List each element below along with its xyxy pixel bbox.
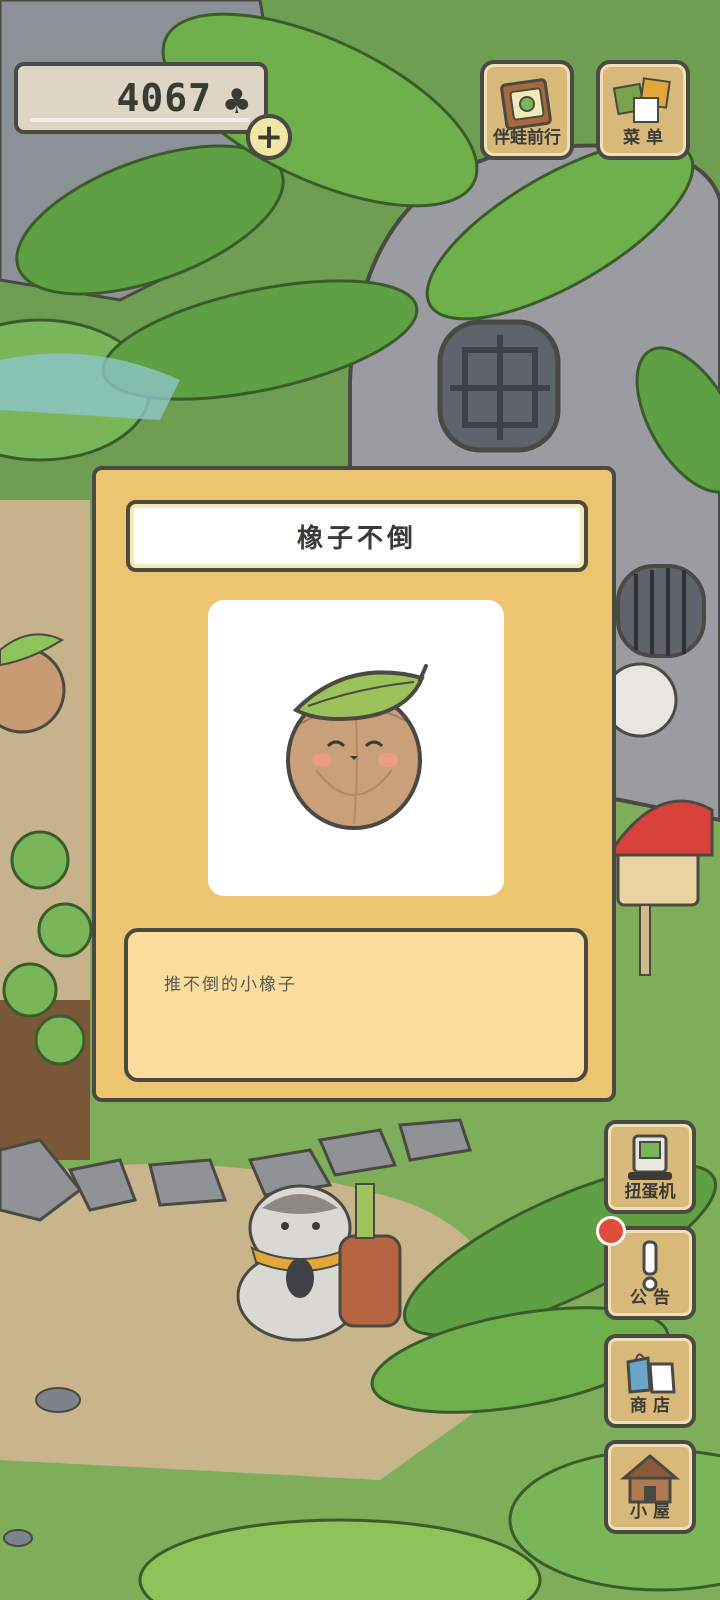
acorn-tumbler-icon: [286, 664, 428, 830]
menu-cards-icon: [612, 77, 671, 123]
item-description-box: 推不倒的小橡子: [124, 928, 588, 1082]
house-button[interactable]: 小 屋: [604, 1440, 696, 1534]
shop-label: 商 店: [630, 1396, 670, 1416]
menu-button[interactable]: 菜 单: [596, 60, 690, 160]
clover-icon: ♣: [221, 82, 252, 122]
item-title: 橡子不倒: [296, 523, 417, 554]
album-button[interactable]: 伴蛙前行: [480, 60, 574, 160]
clover-counter: 4067 ♣: [14, 62, 268, 134]
clover-amount: 4067: [116, 76, 212, 120]
item-title-box: 橡子不倒: [126, 500, 588, 572]
item-image-box: [208, 600, 504, 896]
menu-label: 菜 单: [623, 128, 663, 148]
shop-button[interactable]: 商 店: [604, 1334, 696, 1428]
house-label: 小 屋: [630, 1502, 670, 1522]
notice-label: 公 告: [630, 1288, 670, 1308]
gacha-button[interactable]: 扭蛋机: [604, 1120, 696, 1214]
item-description: 推不倒的小橡子: [164, 975, 297, 995]
add-clover-button[interactable]: +: [246, 114, 292, 160]
gacha-label: 扭蛋机: [624, 1182, 676, 1202]
notification-badge: [596, 1216, 626, 1246]
album-label: 伴蛙前行: [493, 128, 561, 148]
counter-underline: [30, 118, 250, 122]
item-detail-dialog: 橡子不倒 推不倒的小橡子: [92, 466, 616, 1102]
